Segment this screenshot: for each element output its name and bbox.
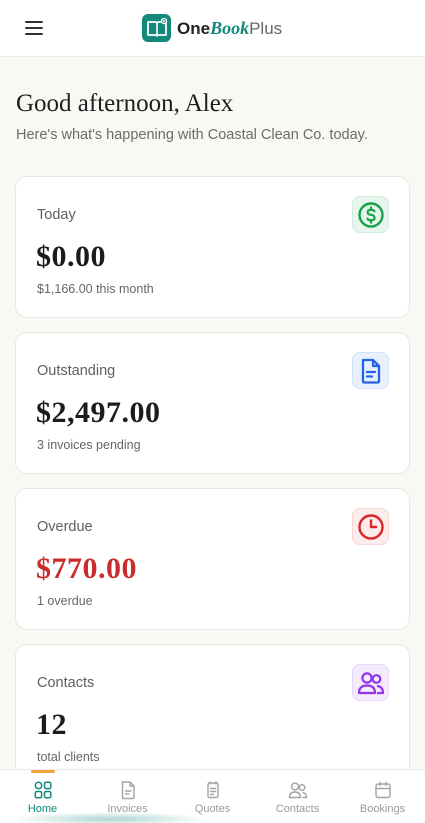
card-note: 1 overdue: [37, 594, 93, 608]
card-label: Today: [37, 207, 76, 223]
nav-label: Contacts: [275, 803, 320, 815]
app-header: One Book Plus: [0, 0, 425, 57]
logo-wordmark: One Book Plus: [177, 18, 282, 39]
card-note: 3 invoices pending: [37, 438, 141, 452]
clock-icon: [352, 508, 389, 545]
nav-label: Bookings: [359, 803, 406, 815]
hamburger-menu-icon[interactable]: [25, 21, 43, 35]
card-label: Outstanding: [37, 363, 116, 379]
overdue-card[interactable]: Overdue $770.00 1 overdue: [15, 488, 410, 630]
book-logo-icon: [142, 14, 171, 42]
users-icon: [352, 664, 389, 701]
card-value: 12: [36, 708, 67, 741]
card-label: Contacts: [37, 675, 95, 691]
outstanding-card[interactable]: Outstanding $2,497.00 3 invoices pending: [15, 332, 410, 474]
dollar-circle-icon: [352, 196, 389, 233]
calendar-icon: [374, 781, 391, 799]
greeting-subtitle: Here's what's happening with Coastal Cle…: [16, 127, 368, 143]
card-label: Overdue: [37, 519, 93, 535]
logo-plus: Plus: [249, 18, 283, 38]
grid-icon: [34, 781, 52, 799]
contacts-card[interactable]: Contacts 12 total clients: [15, 644, 410, 786]
document-icon: [352, 352, 389, 389]
greeting-title: Good afternoon, Alex: [16, 90, 234, 117]
invoice-icon: [121, 781, 135, 800]
nav-bookings[interactable]: Bookings: [340, 770, 425, 823]
active-indicator: [30, 770, 55, 773]
nav-contacts[interactable]: Contacts: [255, 770, 340, 823]
today-card[interactable]: Today $0.00 $1,166.00 this month: [15, 176, 410, 318]
card-value: $770.00: [36, 552, 137, 585]
app-logo[interactable]: One Book Plus: [142, 14, 282, 42]
logo-one: One: [177, 18, 211, 38]
card-value: $2,497.00: [36, 396, 161, 429]
logo-book: Book: [210, 17, 250, 38]
card-note: total clients: [37, 750, 100, 764]
home-indicator-glow: [10, 812, 210, 823]
quotes-icon: [206, 781, 219, 799]
card-value: $0.00: [36, 240, 106, 273]
card-note: $1,166.00 this month: [37, 282, 154, 296]
contacts-icon: [288, 782, 307, 799]
